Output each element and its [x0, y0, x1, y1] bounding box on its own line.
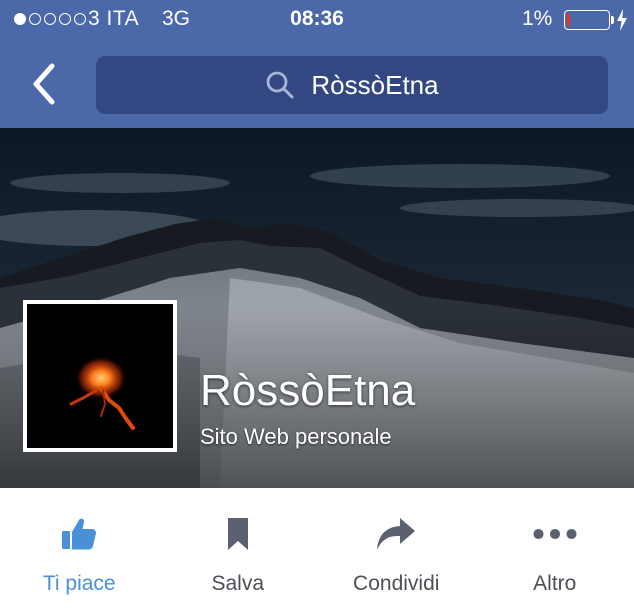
search-bar[interactable]: RòssòEtna — [96, 56, 608, 114]
battery-percentage: 1% — [522, 7, 553, 30]
search-icon — [267, 71, 294, 99]
header: 3 ITA 3G 08:36 1% RòssòEtna — [0, 0, 634, 128]
bookmark-icon — [227, 518, 248, 550]
page-title: RòssòEtna — [200, 366, 416, 415]
more-button[interactable]: Altro — [476, 488, 634, 610]
share-button[interactable]: Condividi — [317, 488, 476, 610]
page-category[interactable]: Sito Web personale — [200, 424, 392, 450]
profile-picture[interactable] — [23, 300, 177, 452]
cover-photo[interactable]: RòssòEtna Sito Web personale — [0, 128, 634, 488]
more-dots-icon — [533, 528, 577, 540]
more-label: Altro — [533, 572, 577, 595]
chevron-left-icon — [33, 63, 55, 105]
battery-icon — [564, 10, 614, 30]
action-bar: Ti piace Salva Condividi Altro — [0, 488, 634, 610]
thumbs-up-icon — [62, 518, 97, 550]
status-bar: 3 ITA 3G 08:36 1% — [0, 0, 634, 40]
share-label: Condividi — [353, 572, 440, 595]
charging-bolt-icon — [617, 9, 627, 31]
battery-level — [567, 13, 570, 26]
save-label: Salva — [211, 572, 265, 595]
volcano-eruption-image — [27, 304, 173, 448]
like-button[interactable]: Ti piace — [0, 488, 159, 610]
like-label: Ti piace — [42, 572, 116, 595]
back-button[interactable] — [24, 60, 64, 108]
share-arrow-icon — [377, 518, 416, 550]
save-button[interactable]: Salva — [159, 488, 318, 610]
search-query: RòssòEtna — [311, 69, 439, 100]
